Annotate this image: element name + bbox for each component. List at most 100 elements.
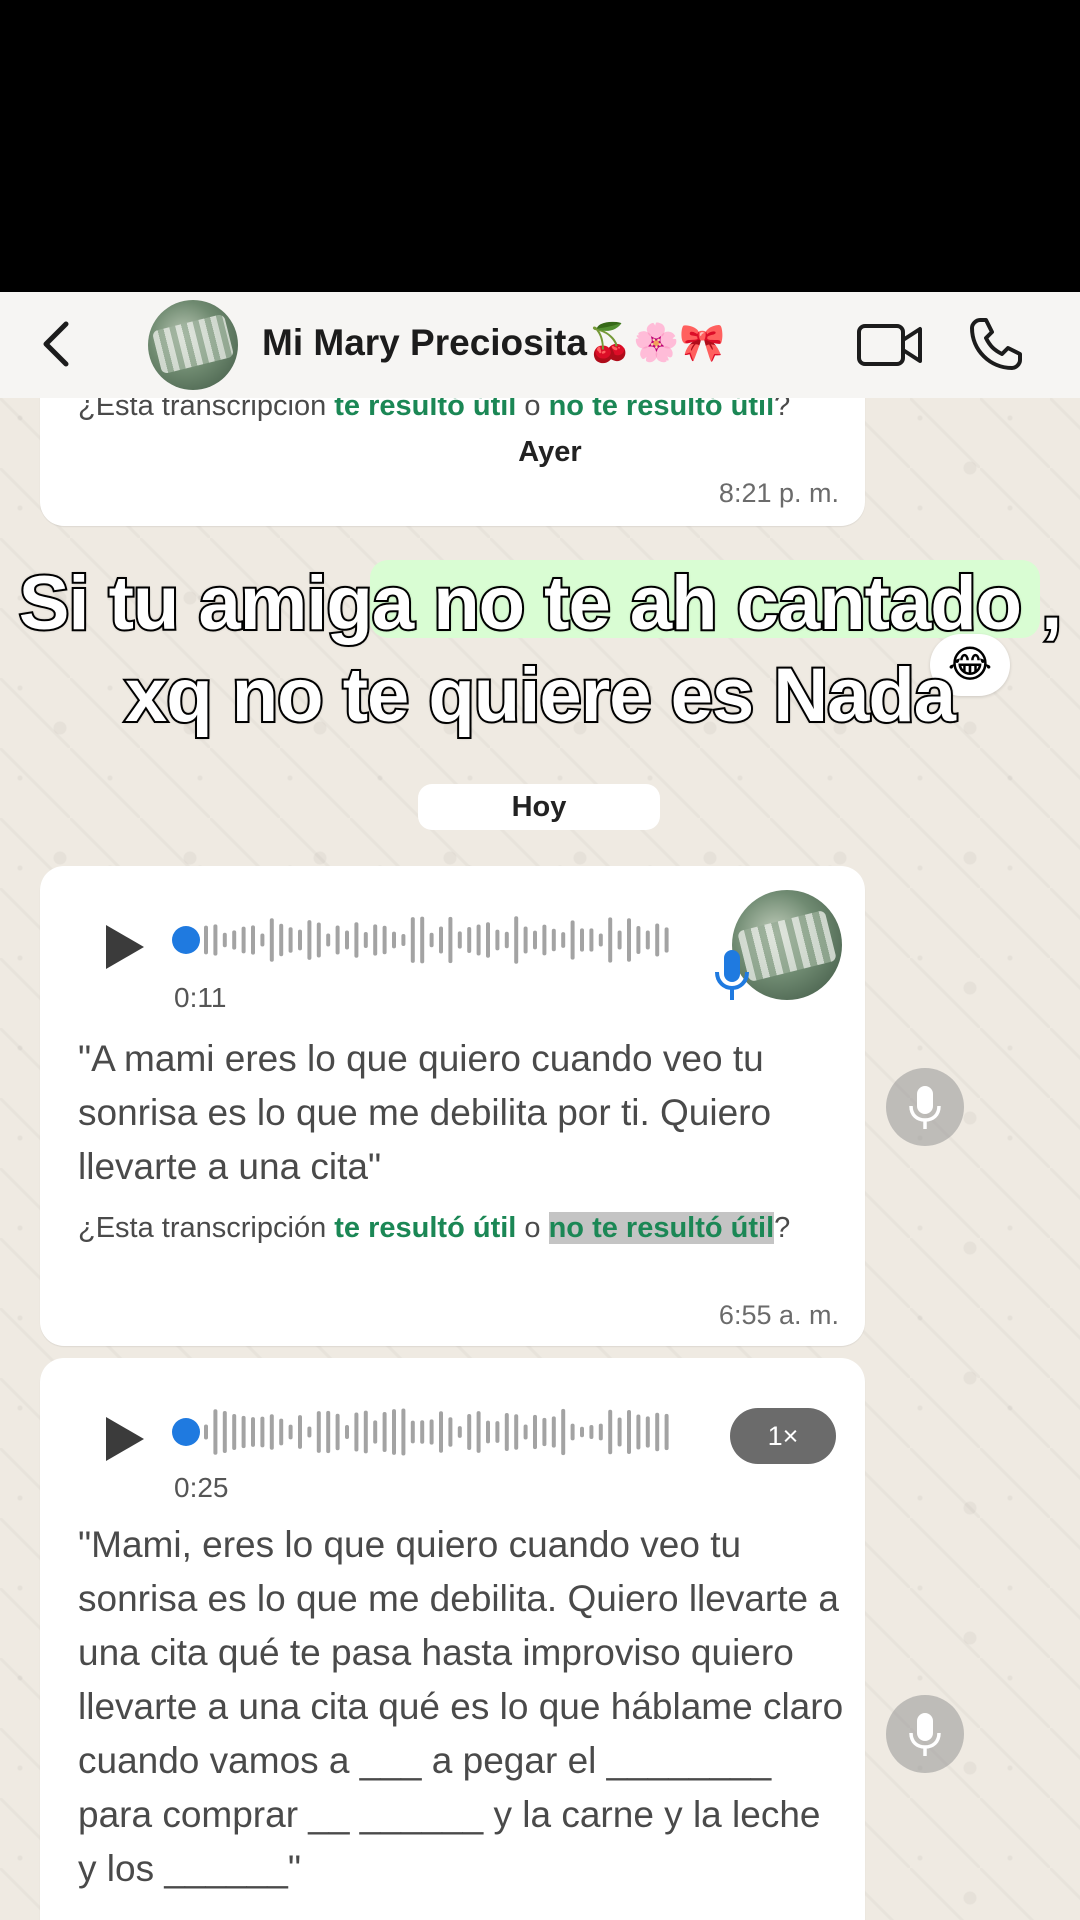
useful-link[interactable]: te resultó útil	[334, 1212, 516, 1244]
waveform-bar	[335, 925, 340, 955]
waveform-bar	[213, 1409, 218, 1455]
waveform-bar	[354, 922, 359, 958]
waveform-bar	[251, 925, 255, 955]
waveform-bar	[420, 916, 425, 964]
waveform-bar	[213, 924, 218, 956]
waveform-bar	[580, 928, 584, 952]
waveform-bar	[467, 1414, 472, 1450]
phone-icon[interactable]	[966, 314, 1026, 374]
waveform-bar	[373, 924, 378, 956]
waveform-bar	[345, 930, 349, 950]
waveform-bar	[251, 1417, 255, 1447]
useful-link[interactable]: te resultó útil	[334, 398, 516, 422]
audio-waveform[interactable]	[172, 1402, 682, 1462]
waveform-bar	[580, 1426, 584, 1438]
play-icon[interactable]	[98, 921, 150, 973]
voice-duration: 0:25	[174, 1472, 229, 1503]
waveform-bar	[222, 1410, 227, 1454]
waveform-bar	[551, 928, 556, 952]
waveform-bar	[429, 932, 434, 948]
waveform-bar	[617, 1417, 622, 1447]
waveform-bar	[627, 918, 631, 962]
transcription-feedback: ¿Esta transcripción te resultó útil o no…	[78, 398, 838, 428]
waveform-bar	[495, 929, 500, 951]
waveform-bar	[204, 1424, 208, 1440]
not-useful-link[interactable]: no te resultó útil	[548, 1212, 775, 1244]
waveform-bar	[523, 1424, 528, 1440]
video-letterbox-top	[0, 0, 1080, 292]
waveform-bar	[655, 923, 660, 957]
voice-transcript: "A mami eres lo que quiero cuando veo tu…	[78, 1038, 772, 1187]
video-camera-icon[interactable]	[856, 318, 924, 372]
audio-waveform[interactable]	[172, 910, 682, 970]
previous-message-bubble: ¿Esta transcripción te resultó útil o no…	[40, 398, 865, 526]
waveform-bar	[241, 1415, 246, 1449]
waveform-bar	[288, 1424, 293, 1440]
waveform-bar	[439, 926, 443, 954]
voice-duration: 0:11	[174, 982, 227, 1013]
waveform-bar	[335, 1413, 340, 1451]
waveform-bar	[514, 1414, 519, 1450]
waveform-bar	[439, 1411, 443, 1453]
waveform-bar	[664, 927, 669, 953]
transcribe-button[interactable]	[886, 1695, 964, 1773]
waveform-bar	[542, 1417, 547, 1447]
waveform-bar	[307, 1426, 312, 1438]
waveform-bar	[232, 930, 237, 950]
waveform-bar	[664, 1413, 669, 1451]
message-time: 6:55 a. m.	[718, 1300, 839, 1330]
waveform-bar	[392, 931, 396, 949]
waveform-bar	[392, 1409, 396, 1455]
waveform-bar	[232, 1413, 237, 1451]
contact-name[interactable]: Mi Mary Preciosita🍒🌸🎀	[262, 322, 725, 365]
waveform-bar	[608, 917, 613, 963]
play-icon[interactable]	[98, 1413, 150, 1465]
waveform-bar	[382, 925, 387, 955]
waveform-bar	[598, 933, 603, 947]
waveform-bar	[448, 916, 453, 964]
waveform-bar	[561, 932, 566, 948]
back-icon[interactable]	[28, 314, 88, 374]
chat-header: Mi Mary Preciosita🍒🌸🎀	[0, 292, 1080, 398]
waveform-bar	[363, 931, 368, 949]
waveform-bar	[279, 1418, 284, 1446]
not-useful-link[interactable]: no te resultó útil	[549, 398, 775, 422]
waveform-bar	[326, 1410, 331, 1454]
waveform-bar	[457, 1426, 462, 1438]
waveform-bar	[627, 1410, 631, 1454]
waveform-bar	[241, 926, 246, 954]
waveform-bar	[269, 1414, 274, 1450]
waveform-bar	[636, 926, 641, 954]
date-separator-ayer: Ayer	[505, 430, 595, 474]
waveform-bar	[645, 930, 650, 950]
waveform-bar	[476, 924, 481, 956]
waveform-bar	[608, 1409, 613, 1455]
waveform-bar	[561, 1408, 566, 1456]
message-time: 8:21 p. m.	[718, 478, 839, 508]
waveform-bar	[636, 1414, 641, 1450]
playback-progress-dot[interactable]	[172, 926, 200, 954]
waveform-bar	[316, 1411, 321, 1453]
voice-message-bubble: 0:25 1× "Mami, eres lo que quiero cuando…	[40, 1358, 865, 1920]
waveform-bar	[598, 1423, 603, 1441]
waveform-bar	[589, 1425, 594, 1439]
voice-message-bubble: 0:11 "A mami eres lo que quiero cuando v…	[40, 866, 865, 1346]
playback-progress-dot[interactable]	[172, 1418, 200, 1446]
transcription-feedback: ¿Esta transcripción te resultó útil o no…	[78, 1212, 791, 1244]
waveform-bar	[448, 1417, 453, 1447]
waveform-bar	[288, 927, 293, 953]
waveform-bar	[260, 1416, 265, 1448]
voice-transcript: "Mami, eres lo que quiero cuando veo tu …	[78, 1524, 844, 1889]
waveform-bar	[467, 927, 472, 953]
waveform-bar	[523, 926, 528, 954]
contact-avatar[interactable]	[148, 300, 238, 390]
waveform-bar	[504, 931, 509, 949]
waveform-bar	[269, 918, 274, 962]
playback-speed-button[interactable]: 1×	[730, 1408, 836, 1464]
waveform-bar	[533, 930, 537, 950]
waveform-bar	[589, 928, 594, 952]
waveform-bar	[570, 1423, 575, 1441]
microphone-icon	[909, 1086, 941, 1129]
waveform-bar	[382, 1412, 387, 1452]
transcribe-button[interactable]	[886, 1068, 964, 1146]
